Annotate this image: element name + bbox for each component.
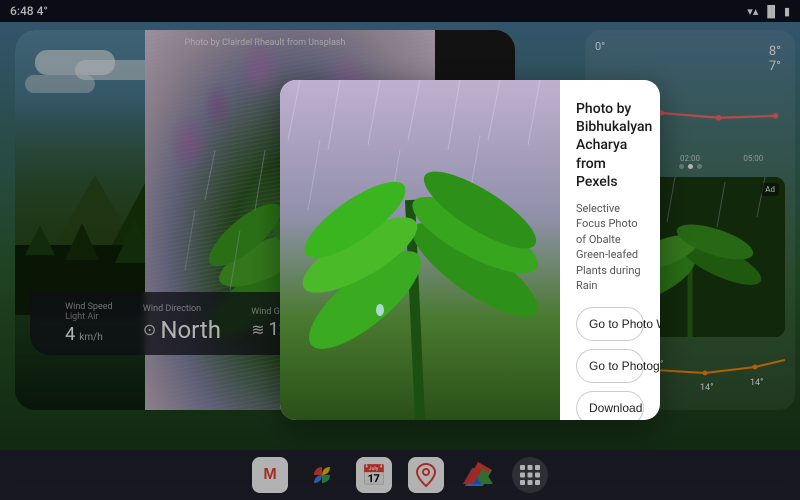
dialog-content: Photo by Bibhukalyan Acharya from Pexels… — [560, 80, 660, 420]
download-button[interactable]: Download — [576, 391, 644, 420]
dialog-photo — [280, 80, 560, 420]
dialog-layout: Photo by Bibhukalyan Acharya from Pexels… — [280, 80, 660, 420]
dialog-title: Photo by Bibhukalyan Acharya from Pexels — [576, 100, 644, 191]
dialog-description: Selective Focus Photo of Obalte Green-le… — [576, 201, 644, 293]
dialog-overlay: Photo by Bibhukalyan Acharya from Pexels… — [0, 0, 800, 500]
photo-info-dialog: Photo by Bibhukalyan Acharya from Pexels… — [280, 80, 660, 420]
dialog-plant-svg — [280, 80, 560, 420]
go-to-photo-website-button[interactable]: Go to Photo Website — [576, 307, 644, 341]
dialog-buttons: Go to Photo Website Go to Photographer W… — [576, 307, 644, 420]
go-to-photographer-website-button[interactable]: Go to Photographer Website — [576, 349, 644, 383]
